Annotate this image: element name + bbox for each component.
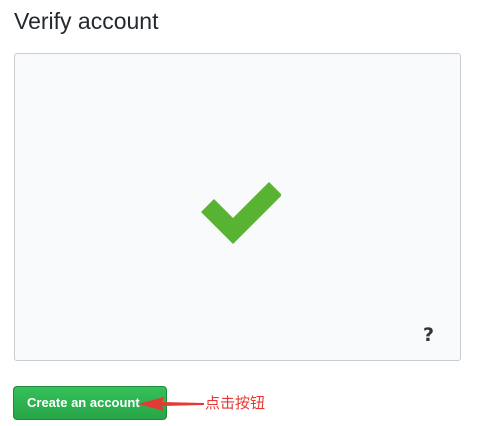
- checkmark-icon: [201, 182, 281, 244]
- verification-panel: ?: [14, 53, 461, 361]
- verify-account-page: Verify account ? Create an account 点击按钮: [0, 0, 480, 426]
- red-arrow-icon: [138, 397, 204, 411]
- page-title: Verify account: [14, 8, 159, 34]
- help-question-icon[interactable]: ?: [423, 324, 434, 346]
- annotation-text: 点击按钮: [205, 394, 266, 412]
